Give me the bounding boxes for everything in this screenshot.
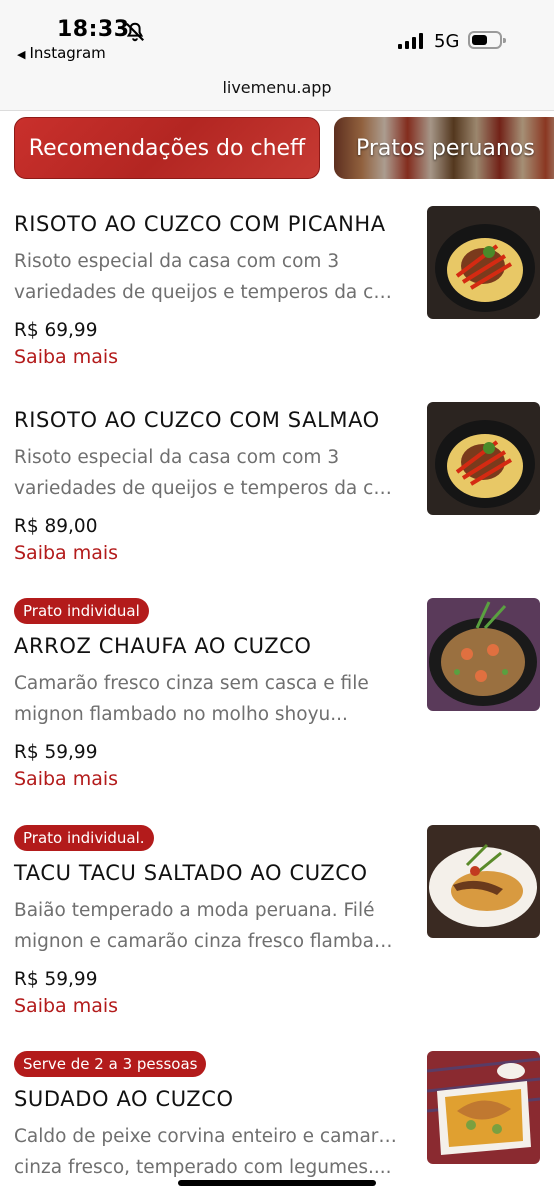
item-badge: Prato individual. [14, 825, 154, 851]
menu-item[interactable]: RISOTO AO CUZCO COM SALMAO Risoto especi… [0, 402, 554, 572]
saiba-mais-link[interactable]: Saiba mais [14, 768, 118, 790]
item-badge: Serve de 2 a 3 pessoas [14, 1051, 207, 1077]
dish-photo [427, 1051, 540, 1164]
back-triangle-icon: ◀ [17, 48, 26, 61]
dish-photo [427, 598, 540, 711]
network-type: 5G [434, 31, 460, 52]
dish-photo [427, 206, 540, 319]
item-description: Risoto especial da casa com com 3 varieda… [14, 251, 399, 303]
tab-pratos-peruanos[interactable]: Pratos peruanos [334, 117, 554, 179]
item-title: TACU TACU SALTADO AO CUZCO [14, 861, 368, 885]
item-description: Caldo de peixe corvina enteiro e camarão… [14, 1126, 399, 1178]
dish-photo [427, 825, 540, 938]
item-badge: Prato individual [14, 598, 149, 624]
url-text: livemenu.app [222, 78, 332, 97]
status-bar: 18:33 ◀ Instagram 5G [0, 0, 554, 70]
tab-label: Pratos peruanos [356, 135, 535, 161]
saiba-mais-link[interactable]: Saiba mais [14, 995, 118, 1017]
item-title: RISOTO AO CUZCO COM SALMAO [14, 408, 380, 432]
browser-url-bar[interactable]: livemenu.app [0, 70, 554, 111]
back-app-label: Instagram [29, 44, 106, 62]
menu-item[interactable]: Serve de 2 a 3 pessoas SUDADO AO CUZCO C… [0, 1051, 554, 1200]
home-indicator[interactable] [178, 1180, 376, 1186]
item-description: Baião temperado a moda peruana. Filé mign… [14, 900, 399, 952]
menu-item[interactable]: RISOTO AO CUZCO COM PICANHA Risoto espec… [0, 206, 554, 376]
tab-label: Recomendações do cheff [28, 135, 306, 161]
battery-icon [468, 31, 506, 49]
tab-recomendacoes[interactable]: Recomendações do cheff [14, 117, 320, 179]
item-description: Risoto especial da casa com com 3 varieda… [14, 447, 399, 499]
category-tabs: Recomendações do cheff Pratos peruanos [0, 117, 554, 181]
status-time: 18:33 [57, 17, 130, 42]
item-title: SUDADO AO CUZCO [14, 1087, 234, 1111]
item-price: R$ 59,99 [14, 742, 98, 763]
item-title: ARROZ CHAUFA AO CUZCO [14, 634, 312, 658]
signal-bars-icon [398, 33, 424, 49]
back-to-app[interactable]: ◀ Instagram [17, 44, 106, 62]
menu-item[interactable]: Prato individual ARROZ CHAUFA AO CUZCO C… [0, 598, 554, 798]
saiba-mais-link[interactable]: Saiba mais [14, 542, 118, 564]
item-price: R$ 69,99 [14, 320, 98, 341]
bell-slash-icon [125, 22, 145, 42]
item-price: R$ 59,99 [14, 969, 98, 990]
item-price: R$ 89,00 [14, 516, 98, 537]
dish-photo [427, 402, 540, 515]
saiba-mais-link[interactable]: Saiba mais [14, 346, 118, 368]
menu-item[interactable]: Prato individual. TACU TACU SALTADO AO C… [0, 825, 554, 1025]
item-title: RISOTO AO CUZCO COM PICANHA [14, 212, 386, 236]
item-description: Camarão fresco cinza sem casca e file mig… [14, 673, 369, 725]
